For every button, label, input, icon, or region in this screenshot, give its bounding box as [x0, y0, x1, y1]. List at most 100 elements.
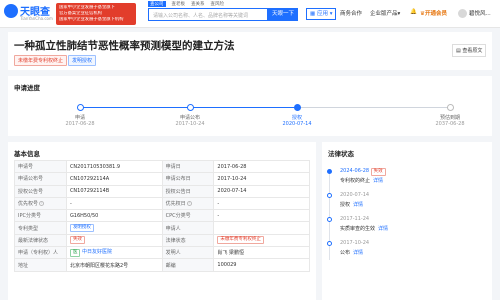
legal-event-date: 2024-06-28 失效	[340, 168, 386, 176]
search-input[interactable]: 请输入公司名称、人名、品牌名称等关键词	[148, 8, 268, 21]
chevron-down-icon: ▾	[397, 11, 401, 17]
legal-status-title: 法律状态	[328, 150, 354, 158]
field-value: 北京市朝阳区樱花东路2号	[65, 258, 163, 272]
legal-timeline-dot	[327, 193, 332, 198]
field-key: 专利类型	[14, 221, 67, 235]
field-key: 优先权日?	[161, 196, 215, 211]
vip-open-button[interactable]: ♛开通会员	[420, 9, 447, 17]
search-area: 查公司 查老板 查关系 查风险 请输入公司名称、人名、品牌名称等关键词	[148, 0, 268, 28]
field-key: 授权公告号	[14, 184, 67, 198]
user-name[interactable]: 碧悦风...	[469, 9, 491, 17]
nav-business-cooperation[interactable]: 商务合作	[340, 9, 362, 17]
table-row: IPC分类号 G16H50/50 CPC分类号 -	[14, 209, 310, 223]
nav-enterprise-label: 企业版产品	[370, 11, 398, 17]
tianyancha-logo[interactable]: 天眼查 TianYanCha.com	[4, 3, 54, 25]
field-value: -	[213, 196, 310, 211]
field-key: 申请公布日	[161, 172, 215, 186]
table-row: 授权公告号 CN107292114B 授权公告日 2020-07-14	[14, 184, 310, 198]
search-button[interactable]: 天眼一下	[268, 8, 298, 21]
legal-event-text: 公布 详情	[340, 249, 363, 256]
help-icon[interactable]: ?	[39, 201, 45, 207]
field-key: 申请（专利权）人	[14, 246, 67, 260]
apps-label: 应用	[316, 11, 328, 17]
search-tab-risk[interactable]: 查风险	[211, 1, 225, 7]
table-row: 专利类型 发明授权 申请人	[14, 221, 310, 235]
patent-type-badge: 发明授权	[69, 224, 94, 233]
legal-event-detail-link[interactable]: 详情	[353, 202, 363, 208]
legal-event-detail-link[interactable]: 详情	[353, 250, 363, 256]
legal-event-detail-link[interactable]: 详情	[373, 178, 383, 184]
field-value: CN201710530381.9	[65, 159, 163, 174]
table-row: 优先权号? - 优先权日? -	[14, 196, 310, 211]
view-original-button[interactable]: ▤ 查看原文	[452, 44, 487, 57]
field-value: 100029	[213, 258, 310, 272]
legal-event-label: 实质审查的生效	[340, 226, 376, 232]
document-icon: ▤	[456, 48, 461, 54]
legal-event-date: 2017-10-24	[340, 240, 370, 246]
legal-event-label: 授权	[340, 202, 351, 208]
field-value: 2017-10-24	[213, 172, 310, 186]
progress-dot-apply	[77, 104, 84, 111]
progress-label-publish: 申请公布	[179, 115, 200, 121]
field-key-label: 优先权号	[18, 201, 39, 208]
apps-menu-button[interactable]: ▦ 应用 ▾	[306, 8, 337, 20]
applicant-link[interactable]: 中日友好医院	[82, 249, 112, 255]
eye-logo-icon	[4, 4, 18, 18]
legal-event-detail-link[interactable]: 详情	[378, 226, 388, 232]
progress-date-publish: 2017-10-24	[175, 121, 205, 127]
table-row: 最新法律状态 失效 法律状态 未缴年费专利权终止	[14, 233, 310, 248]
legal-timeline-line	[329, 170, 330, 260]
field-value: -	[213, 209, 310, 223]
progress-label-apply: 申请	[74, 115, 85, 121]
progress-dot-grant	[294, 104, 301, 111]
help-icon[interactable]: ?	[186, 201, 192, 207]
legal-timeline-dot	[327, 169, 332, 174]
field-key: 优先权号?	[14, 196, 67, 211]
promo-banner[interactable]: 国家中小企业发展子基金旗下 官方备案企业征信机构 国家中小企业发展子基金旗下机构	[56, 3, 136, 25]
progress-section-title: 申请进度	[14, 84, 40, 92]
progress-date-apply: 2017-06-28	[65, 121, 95, 127]
search-tab-relation[interactable]: 查关系	[191, 1, 205, 7]
status-tag: 未缴年费专利权终止	[14, 55, 68, 66]
vip-label: 开通会员	[424, 11, 447, 17]
promo-line-3: 国家中小企业发展子基金旗下机构	[59, 17, 124, 22]
chevron-down-icon: ▾	[329, 11, 333, 17]
field-value: 2017-06-28	[213, 159, 310, 174]
progress-label-expire: 预估到期	[439, 115, 460, 121]
field-value: 失效	[65, 233, 163, 248]
field-value: 未缴年费专利权终止	[213, 233, 310, 248]
legal-timeline-dot	[327, 241, 332, 246]
invalid-badge: 失效	[370, 168, 386, 176]
field-key: 申请号	[14, 159, 67, 174]
progress-dot-publish	[187, 104, 194, 111]
search-tab-boss[interactable]: 查老板	[172, 1, 186, 7]
progress-label-grant: 授权	[291, 115, 302, 121]
bell-icon[interactable]: 🔔	[410, 9, 417, 15]
field-key: 最新法律状态	[14, 233, 67, 248]
field-key: 申请人	[161, 221, 215, 235]
field-value: G16H50/50	[65, 209, 163, 223]
top-navigation-bar: 天眼查 TianYanCha.com 国家中小企业发展子基金旗下 官方备案企业征…	[0, 0, 500, 28]
field-key: 申请日	[161, 159, 215, 174]
field-value	[213, 221, 310, 235]
search-tab-company[interactable]: 查公司	[148, 1, 166, 7]
table-row: 申请号 CN201710530381.9 申请日 2017-06-28	[14, 159, 310, 174]
latest-status-badge: 失效	[69, 236, 85, 245]
legal-timeline-dot	[327, 217, 332, 222]
nav-enterprise-products[interactable]: 企业版产品▾	[370, 9, 400, 17]
field-key: CPC分类号	[161, 209, 215, 223]
field-key: 申请公布号	[14, 172, 67, 186]
legal-event-text: 专利权的终止 详情	[340, 177, 383, 184]
view-original-label: 查看原文	[462, 48, 483, 54]
patent-title: 一种孤立性肺结节恶性概率预测模型的建立方法	[14, 40, 235, 52]
field-value: 2020-07-14	[213, 184, 310, 198]
field-key: 发明人	[161, 246, 215, 260]
field-key: 授权公告日	[161, 184, 215, 198]
field-key: 邮编	[161, 258, 215, 272]
legal-status-badge: 未缴年费专利权终止	[217, 236, 264, 245]
basic-info-table: 申请号 CN201710530381.9 申请日 2017-06-28 申请公布…	[14, 159, 310, 272]
field-value: 发明授权	[65, 221, 163, 235]
legal-event-label: 公布	[340, 250, 351, 256]
basic-info-title: 基本信息	[14, 150, 40, 158]
avatar[interactable]	[458, 9, 467, 18]
